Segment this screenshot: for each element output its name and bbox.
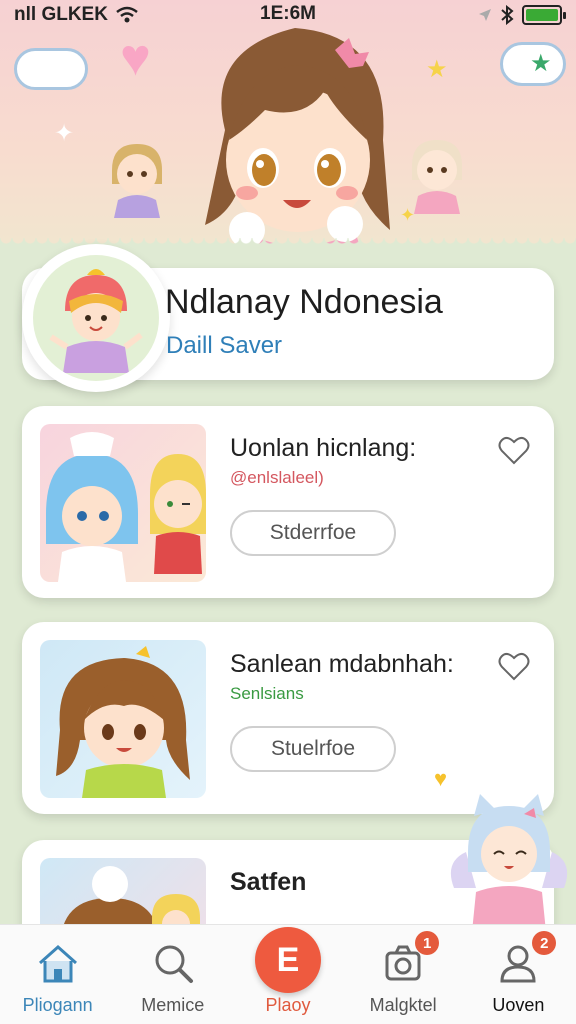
hero-character-illustration <box>205 28 390 250</box>
cloud-decoration <box>14 48 88 90</box>
battery-icon <box>522 5 566 25</box>
heart-icon: ♥ <box>434 766 448 791</box>
list-card[interactable]: Sanlean mdabnhah: Senlsians Stuelrfoe <box>22 622 554 814</box>
nav-item-home[interactable]: Pliogann <box>2 925 114 1016</box>
bluetooth-icon <box>501 5 514 25</box>
card-title: Uonlan hicnlang: <box>230 434 417 462</box>
avatar[interactable] <box>22 244 170 392</box>
home-icon <box>38 944 77 983</box>
nav-label: Malgktel <box>369 995 437 1015</box>
side-character-illustration <box>412 140 462 214</box>
notification-badge: 1 <box>415 931 440 955</box>
status-bar: nll GLKEK 1E:6M <box>0 0 576 30</box>
nav-item-profile[interactable]: 2 Uoven <box>462 925 574 1016</box>
nav-label: Plaoy <box>265 995 311 1015</box>
play-icon[interactable]: E <box>254 927 321 993</box>
nav-item-play[interactable]: E Plaoy <box>232 925 344 1016</box>
wifi-icon <box>116 6 138 23</box>
card-title: Sanlean mdabnhah: <box>230 650 454 678</box>
card-subtitle: Senlsians <box>230 684 304 703</box>
avatar-character-illustration <box>49 269 143 373</box>
star-icon: ★ <box>426 56 448 83</box>
character-illustration <box>56 646 190 798</box>
favorite-heart-icon[interactable] <box>498 436 530 466</box>
bottom-navigation: Pliogann Memice E Plaoy 1 Malgktel 2 Uov… <box>0 924 576 1024</box>
status-time: 1E:6M <box>260 3 316 24</box>
list-card[interactable]: Uonlan hicnlang: @enlslaleel) Stderrfoe <box>22 406 554 598</box>
header-banner: ♥ ★ ★ ✦ ✦ <box>0 0 576 250</box>
mascot-character-illustration <box>450 794 568 932</box>
star-icon: ★ <box>530 50 552 77</box>
notification-badge: 2 <box>532 931 557 955</box>
search-icon <box>155 945 193 983</box>
nav-label: Memice <box>141 995 205 1015</box>
card-thumbnail <box>40 640 206 798</box>
star-icon: ✦ <box>54 120 75 147</box>
profile-name: Ndlanay Ndonesia <box>165 283 443 321</box>
character-pair-illustration <box>46 432 206 582</box>
nav-item-search[interactable]: Memice <box>117 925 229 1016</box>
card-action-button[interactable]: Stuelrfoe <box>230 726 396 772</box>
card-thumbnail <box>40 424 206 582</box>
side-character-illustration <box>112 144 162 218</box>
carrier-label: nll GLKEK <box>14 4 108 25</box>
nav-label: Pliogann <box>22 995 93 1015</box>
nav-label: Uoven <box>492 995 545 1015</box>
nav-item-camera[interactable]: 1 Malgktel <box>347 925 459 1016</box>
card-action-button[interactable]: Stderrfoe <box>230 510 396 556</box>
heart-icon: ♥ <box>120 29 151 87</box>
profile-subtitle[interactable]: Daill Saver <box>166 332 282 360</box>
location-icon <box>479 9 491 21</box>
card-title: Satfen <box>230 868 307 896</box>
favorite-heart-icon[interactable] <box>498 652 530 682</box>
card-subtitle: @enlslaleel) <box>230 468 324 487</box>
